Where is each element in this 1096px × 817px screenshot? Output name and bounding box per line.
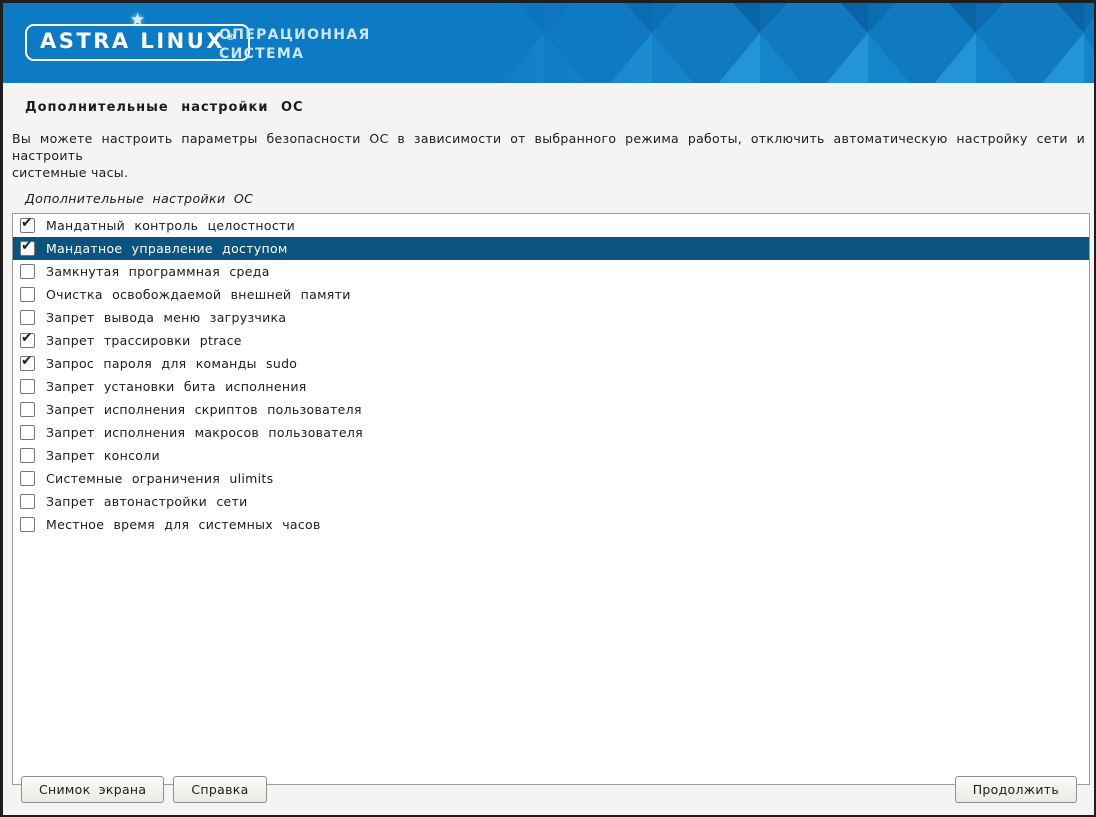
option-row[interactable]: Замкнутая программная среда — [13, 260, 1089, 283]
header-subtitle-line1: ОПЕРАЦИОННАЯ — [219, 26, 371, 45]
option-checkbox[interactable] — [20, 402, 35, 417]
logo-text: ASTRA LINUX — [40, 29, 225, 53]
option-checkbox[interactable]: ✔ — [20, 333, 35, 348]
option-checkbox[interactable] — [20, 494, 35, 509]
option-label: Мандатное управление доступом — [46, 241, 288, 256]
option-row[interactable]: Запрет исполнения скриптов пользователя — [13, 398, 1089, 421]
checkmark-icon: ✔ — [21, 216, 33, 230]
header-banner: ★ASTRA LINUX® ОПЕРАЦИОННАЯ СИСТЕМА — [3, 3, 1094, 83]
checkmark-icon: ✔ — [21, 354, 33, 368]
option-label: Запрет исполнения макросов пользователя — [46, 425, 363, 440]
option-label: Системные ограничения ulimits — [46, 471, 273, 486]
checkmark-icon: ✔ — [21, 331, 33, 345]
description-line1: Вы можете настроить параметры безопаснос… — [12, 130, 1085, 164]
option-label: Местное время для системных часов — [46, 517, 321, 532]
option-row[interactable]: ✔ Запрос пароля для команды sudo — [13, 352, 1089, 375]
star-icon: ★ — [130, 12, 145, 29]
option-checkbox[interactable] — [20, 425, 35, 440]
option-checkbox[interactable] — [20, 471, 35, 486]
header-subtitle-line2: СИСТЕМА — [219, 45, 371, 64]
option-checkbox[interactable]: ✔ — [20, 241, 35, 256]
astra-linux-logo: ★ASTRA LINUX® — [25, 24, 250, 61]
option-checkbox[interactable] — [20, 264, 35, 279]
page-description: Вы можете настроить параметры безопаснос… — [12, 130, 1085, 181]
option-label: Запрет консоли — [46, 448, 160, 463]
option-label: Очистка освобождаемой внешней памяти — [46, 287, 351, 302]
option-label: Замкнутая программная среда — [46, 264, 270, 279]
pattern-fade-overlay — [474, 3, 734, 83]
help-button[interactable]: Справка — [173, 776, 266, 803]
continue-button[interactable]: Продолжить — [955, 776, 1077, 803]
description-line2: системные часы. — [12, 164, 1085, 181]
option-row[interactable]: ✔ Мандатное управление доступом — [13, 237, 1089, 260]
option-row[interactable]: Запрет исполнения макросов пользователя — [13, 421, 1089, 444]
option-row[interactable]: ✔ Запрет трассировки ptrace — [13, 329, 1089, 352]
option-checkbox[interactable] — [20, 517, 35, 532]
option-row[interactable]: Местное время для системных часов — [13, 513, 1089, 536]
footer-bar: Снимок экрана Справка Продолжить — [21, 776, 1077, 803]
option-row[interactable]: Запрет вывода меню загрузчика — [13, 306, 1089, 329]
option-label: Запрет автонастройки сети — [46, 494, 248, 509]
option-label: Запрос пароля для команды sudo — [46, 356, 297, 371]
checkmark-icon: ✔ — [21, 239, 33, 253]
option-label: Запрет исполнения скриптов пользователя — [46, 402, 362, 417]
option-row[interactable]: Запрет автонастройки сети — [13, 490, 1089, 513]
option-row[interactable]: Запрет установки бита исполнения — [13, 375, 1089, 398]
options-list-label: Дополнительные настройки ОС — [25, 191, 1085, 206]
option-row[interactable]: Запрет консоли — [13, 444, 1089, 467]
option-checkbox[interactable] — [20, 448, 35, 463]
option-checkbox[interactable] — [20, 310, 35, 325]
option-label: Запрет установки бита исполнения — [46, 379, 307, 394]
main-content: Дополнительные настройки ОС Вы можете на… — [3, 83, 1094, 785]
option-checkbox[interactable] — [20, 379, 35, 394]
installer-window: ★ASTRA LINUX® ОПЕРАЦИОННАЯ СИСТЕМА Допол… — [0, 0, 1096, 817]
option-row[interactable]: Очистка освобождаемой внешней памяти — [13, 283, 1089, 306]
option-label: Запрет вывода меню загрузчика — [46, 310, 286, 325]
option-label: Мандатный контроль целостности — [46, 218, 295, 233]
option-label: Запрет трассировки ptrace — [46, 333, 242, 348]
header-subtitle: ОПЕРАЦИОННАЯ СИСТЕМА — [219, 26, 371, 64]
option-row[interactable]: Системные ограничения ulimits — [13, 467, 1089, 490]
page-title: Дополнительные настройки ОС — [25, 100, 1085, 115]
option-checkbox[interactable]: ✔ — [20, 356, 35, 371]
options-list: ✔ Мандатный контроль целостности ✔ Мандатно… — [12, 213, 1090, 785]
option-row[interactable]: ✔ Мандатный контроль целостности — [13, 214, 1089, 237]
screenshot-button[interactable]: Снимок экрана — [21, 776, 164, 803]
option-checkbox[interactable]: ✔ — [20, 218, 35, 233]
option-checkbox[interactable] — [20, 287, 35, 302]
